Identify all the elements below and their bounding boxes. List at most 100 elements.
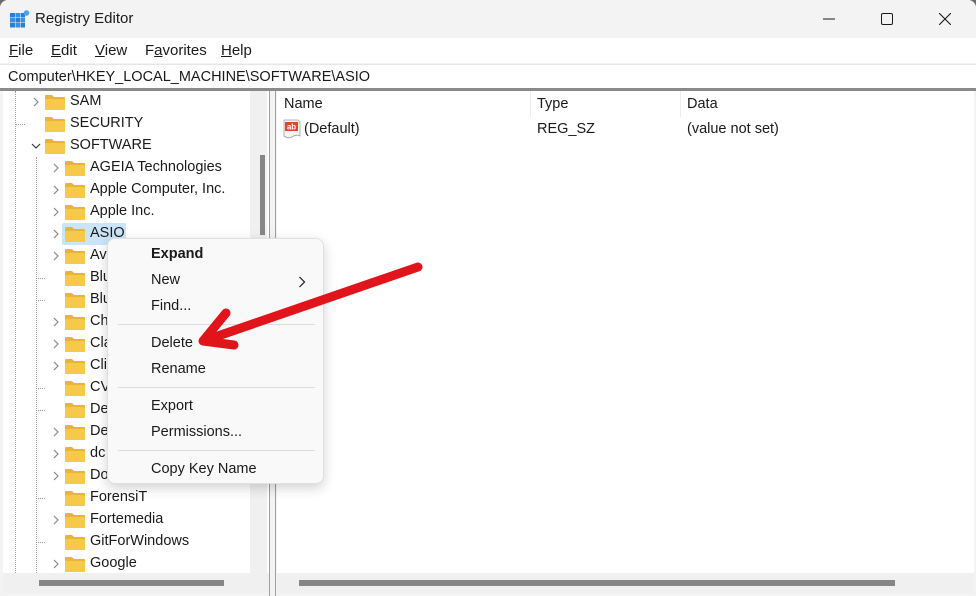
address-bar[interactable]: Computer\HKEY_LOCAL_MACHINE\SOFTWARE\ASI…	[0, 64, 976, 88]
address-path[interactable]: Computer\HKEY_LOCAL_MACHINE\SOFTWARE\ASI…	[8, 69, 370, 85]
tree-guide-line	[36, 157, 37, 573]
values-list-pane[interactable]: Name Type Data ab (Default) REG_SZ (valu…	[277, 91, 974, 593]
menu-favorites-accel: a	[154, 42, 163, 59]
chevron-right-icon[interactable]	[51, 251, 61, 261]
folder-icon	[45, 117, 65, 132]
tree-item-label: SAM	[70, 93, 102, 109]
folder-icon	[65, 381, 85, 396]
column-header-name[interactable]: Name	[284, 96, 323, 112]
tree-item-label: Google	[90, 555, 137, 571]
column-header-type[interactable]: Type	[537, 96, 568, 112]
tree-item-label: AGEIA Technologies	[90, 159, 222, 175]
column-header-data[interactable]: Data	[687, 96, 718, 112]
column-divider[interactable]	[680, 91, 681, 117]
tree-item-label: Ch	[90, 313, 109, 329]
tree-guide-line	[15, 91, 16, 573]
folder-icon	[65, 403, 85, 418]
maximize-button[interactable]	[858, 0, 916, 38]
chevron-right-icon[interactable]	[51, 427, 61, 437]
window-title: Registry Editor	[35, 10, 134, 27]
folder-icon	[65, 557, 85, 572]
context-menu-new[interactable]: New	[108, 268, 323, 294]
tree-item[interactable]: Apple Inc.	[3, 201, 249, 223]
chevron-right-icon[interactable]	[51, 185, 61, 195]
chevron-right-icon[interactable]	[51, 207, 61, 217]
context-menu-delete[interactable]: Delete	[108, 331, 323, 357]
minimize-button[interactable]	[800, 0, 858, 38]
context-menu-export[interactable]: Export	[108, 394, 323, 420]
chevron-down-icon[interactable]	[31, 141, 41, 151]
context-menu-delete-label: Delete	[151, 335, 193, 351]
menu-file[interactable]: File	[9, 42, 33, 59]
chevron-right-icon[interactable]	[31, 97, 41, 107]
tree-horizontal-scroll-thumb[interactable]	[39, 580, 224, 586]
tree-vertical-scroll-thumb[interactable]	[260, 155, 265, 235]
folder-icon	[65, 293, 85, 308]
tree-item[interactable]: GitForWindows	[3, 531, 249, 553]
context-menu-separator	[118, 387, 315, 388]
folder-icon	[65, 161, 85, 176]
folder-icon	[65, 227, 85, 242]
chevron-right-icon[interactable]	[51, 229, 61, 239]
menu-help-rest: elp	[231, 42, 252, 59]
menu-edit[interactable]: Edit	[51, 42, 77, 59]
menu-view[interactable]: View	[95, 42, 127, 59]
chevron-right-icon[interactable]	[51, 515, 61, 525]
folder-icon	[45, 95, 65, 110]
folder-icon	[65, 271, 85, 286]
menu-favorites[interactable]: Favorites	[145, 42, 207, 59]
tree-item[interactable]: SOFTWARE	[3, 135, 249, 157]
tree-item[interactable]: Fortemedia	[3, 509, 249, 531]
registry-editor-app-icon	[10, 10, 30, 28]
chevron-right-icon[interactable]	[51, 449, 61, 459]
chevron-right-icon[interactable]	[51, 559, 61, 569]
tree-item[interactable]: SECURITY	[3, 113, 249, 135]
context-menu-expand-label: Expand	[151, 246, 204, 262]
tree-item[interactable]: Apple Computer, Inc.	[3, 179, 249, 201]
context-menu-copy-key-name[interactable]: Copy Key Name	[108, 457, 323, 483]
folder-icon	[65, 359, 85, 374]
menu-edit-accel: E	[51, 42, 62, 59]
value-type: REG_SZ	[537, 121, 596, 137]
svg-text:ab: ab	[287, 123, 296, 132]
tree-item[interactable]: SAM	[3, 91, 249, 113]
tree-guide-connector	[36, 542, 45, 543]
tree-item[interactable]: ForensiT	[3, 487, 249, 509]
context-menu-rename[interactable]: Rename	[108, 357, 323, 383]
context-menu-copy-key-name-label: Copy Key Name	[151, 461, 257, 477]
menu-edit-rest: dit	[61, 42, 77, 59]
tree-item-label: Cli	[90, 357, 107, 373]
tree-item[interactable]: AGEIA Technologies	[3, 157, 249, 179]
string-value-icon: ab	[283, 119, 301, 139]
folder-icon	[65, 315, 85, 330]
context-menu-find-label: Find...	[151, 298, 192, 314]
folder-icon	[65, 337, 85, 352]
chevron-right-icon[interactable]	[51, 471, 61, 481]
column-divider[interactable]	[530, 91, 531, 117]
chevron-right-icon[interactable]	[51, 339, 61, 349]
folder-icon	[65, 425, 85, 440]
tree-item-label: GitForWindows	[90, 533, 190, 549]
tree-item[interactable]: Google	[3, 553, 249, 575]
menu-file-accel: F	[9, 42, 19, 59]
folder-icon	[45, 139, 65, 154]
context-menu-find[interactable]: Find...	[108, 294, 323, 320]
chevron-right-icon[interactable]	[51, 163, 61, 173]
chevron-right-icon[interactable]	[51, 361, 61, 371]
folder-icon	[65, 447, 85, 462]
context-menu-expand[interactable]: Expand	[108, 242, 323, 268]
folder-icon	[65, 249, 85, 264]
context-menu-permissions[interactable]: Permissions...	[108, 420, 323, 446]
folder-icon	[65, 469, 85, 484]
chevron-right-icon[interactable]	[51, 317, 61, 327]
menu-help[interactable]: Help	[221, 42, 252, 59]
close-button[interactable]	[916, 0, 974, 38]
tree-guide-connector	[36, 388, 45, 389]
folder-icon	[65, 535, 85, 550]
registry-editor-window: Registry Editor File Edit View Favorites…	[0, 0, 976, 596]
tree-item-label: Av	[90, 247, 107, 263]
tree-item-label: Apple Computer, Inc.	[90, 181, 226, 197]
list-horizontal-scroll-thumb[interactable]	[299, 580, 895, 586]
folder-icon	[65, 183, 85, 198]
tree-item-label: De	[90, 401, 109, 417]
